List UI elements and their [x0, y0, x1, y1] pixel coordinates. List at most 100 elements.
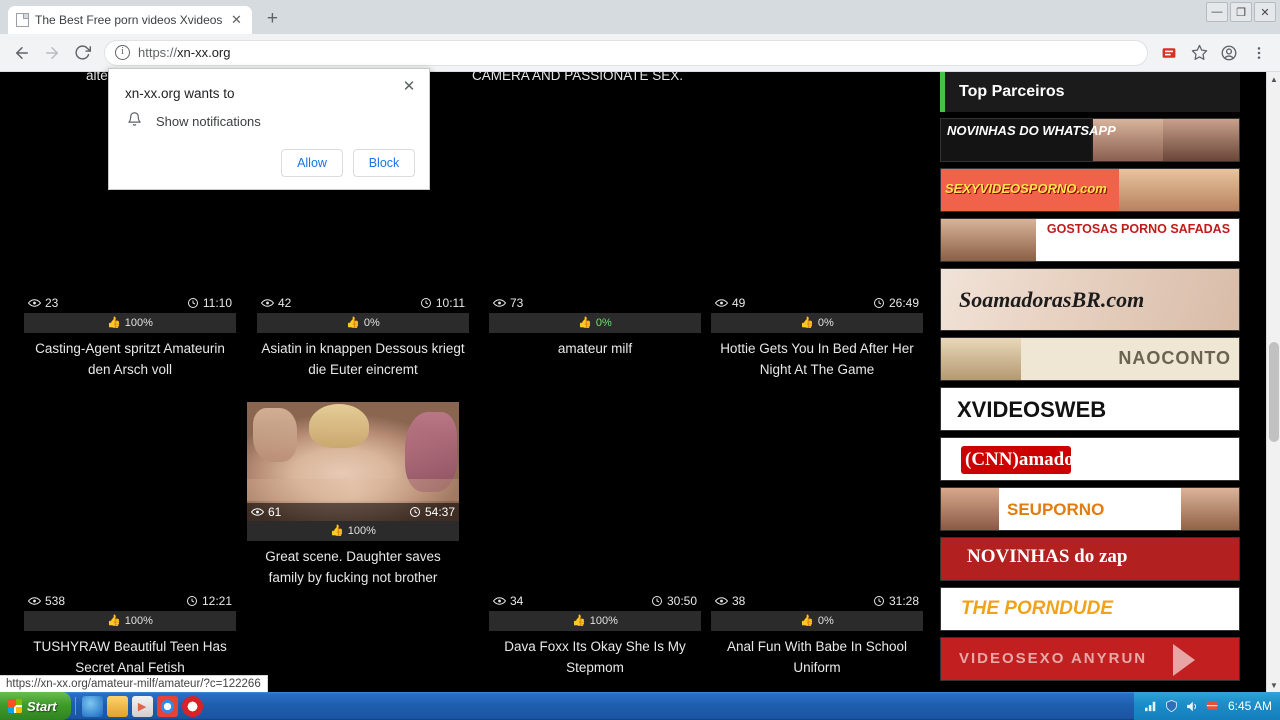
profile-icon[interactable]: [1216, 40, 1242, 66]
scroll-up-arrow[interactable]: ▲: [1267, 72, 1280, 86]
permission-request-row: Show notifications: [127, 111, 261, 132]
chrome-icon[interactable]: [156, 695, 178, 717]
video-card[interactable]: 61 54:37 👍 100% Great scene. Daughter sav…: [247, 402, 459, 588]
video-card[interactable]: 38 31:28 👍 0% Anal Fun With Babe In Schoo…: [711, 592, 923, 678]
browser-globe-icon[interactable]: [81, 695, 103, 717]
partner-banner[interactable]: THE PORNDUDE: [940, 587, 1240, 631]
partner-banner-label: XVIDEOSWEB: [957, 397, 1107, 422]
thumbs-up-icon: 👍: [578, 317, 592, 329]
flag-icon[interactable]: [1206, 700, 1219, 713]
page-scrollbar[interactable]: ▲ ▼: [1266, 72, 1280, 692]
rating-bar: 👍 0%: [711, 313, 923, 333]
duration: 10:11: [435, 296, 465, 310]
rating-bar: 👍 100%: [24, 611, 236, 631]
partner-banner[interactable]: NOVINHAS DO WHATSAPP: [940, 118, 1240, 162]
clock-icon: [420, 298, 431, 308]
scrollbar-thumb[interactable]: [1269, 342, 1279, 442]
thumbs-up-icon: 👍: [330, 525, 344, 537]
back-arrow-icon[interactable]: [8, 39, 36, 67]
video-card[interactable]: 49 26:49 👍 0% Hottie Gets You In Bed Afte…: [711, 294, 923, 380]
allow-button[interactable]: Allow: [281, 149, 343, 177]
reload-icon[interactable]: [68, 39, 96, 67]
video-meta: 49 26:49: [711, 294, 923, 313]
video-title[interactable]: Dava Foxx Its Okay She Is My Stepmom: [489, 636, 701, 678]
partner-banner[interactable]: NAOCONTO: [940, 337, 1240, 381]
url-text: https://xn-xx.org: [138, 45, 231, 60]
partner-banner-label: NOVINHAS do zap: [967, 546, 1128, 567]
partner-banner[interactable]: XVIDEOSWEB: [940, 387, 1240, 431]
bookmark-star-icon[interactable]: [1186, 40, 1212, 66]
video-meta: 38 31:28: [711, 592, 923, 611]
partner-banner-label: (CNN)amador: [965, 449, 1083, 470]
video-title[interactable]: Asiatin in knappen Dessous kriegt die Eu…: [257, 338, 469, 380]
partner-banner[interactable]: SEXYVIDEOSPORNO.com: [940, 168, 1240, 212]
partner-banner[interactable]: NOVINHAS do zap: [940, 537, 1240, 581]
partner-banner[interactable]: VIDEOSEXO ANYRUN: [940, 637, 1240, 681]
minimize-button[interactable]: —: [1206, 2, 1228, 22]
extension-icon[interactable]: [1156, 40, 1182, 66]
view-count: 49: [732, 296, 746, 310]
close-icon[interactable]: ✕: [399, 77, 419, 97]
video-card[interactable]: 23 11:10 👍 100% Casting-Agent spritzt Ama…: [24, 294, 236, 380]
browser-tab[interactable]: The Best Free porn videos Xvideos ✕: [8, 6, 253, 34]
video-thumbnail[interactable]: 61 54:37: [247, 402, 459, 521]
page-info-icon[interactable]: i: [115, 45, 130, 60]
restore-button[interactable]: ❐: [1230, 2, 1252, 22]
video-card[interactable]: 42 10:11 👍 0% Asiatin in knappen Dessous …: [257, 294, 469, 380]
volume-icon[interactable]: [1185, 700, 1199, 713]
windows-flag-icon: [8, 699, 22, 713]
forward-arrow-icon[interactable]: [38, 39, 66, 67]
partner-banner[interactable]: (CNN)amador: [940, 437, 1240, 481]
view-count: 42: [278, 296, 292, 310]
rating-bar: 👍 100%: [247, 521, 459, 541]
folder-icon[interactable]: [106, 695, 128, 717]
taskbar-separator: [74, 697, 76, 715]
partner-banner-label: GOSTOSAS PORNO SAFADAS: [1046, 222, 1231, 236]
thumbs-up-icon: 👍: [346, 317, 360, 329]
video-title[interactable]: TUSHYRAW Beautiful Teen Has Secret Anal …: [24, 636, 236, 678]
view-count: 73: [510, 296, 524, 310]
video-card[interactable]: 34 30:50 👍 100% Dava Foxx Its Okay She Is…: [489, 592, 701, 678]
video-card[interactable]: 538 12:21 👍 100% TUSHYRAW Beautiful Teen …: [24, 592, 236, 678]
opera-icon[interactable]: [181, 695, 203, 717]
partner-banner[interactable]: GOSTOSAS PORNO SAFADAS: [940, 218, 1240, 262]
eye-icon: [493, 597, 506, 605]
video-title[interactable]: amateur milf: [489, 338, 701, 359]
network-icon[interactable]: [1144, 700, 1158, 712]
video-meta: 538 12:21: [24, 592, 236, 611]
close-window-button[interactable]: ✕: [1254, 2, 1276, 22]
thumbs-up-icon: 👍: [107, 317, 121, 329]
bell-icon: [127, 111, 142, 132]
partner-banner[interactable]: SEUPORNO: [940, 487, 1240, 531]
block-button[interactable]: Block: [353, 149, 415, 177]
media-player-icon[interactable]: ▶: [131, 695, 153, 717]
partner-banner-label: VIDEOSEXO ANYRUN: [959, 650, 1148, 667]
start-button[interactable]: Start: [0, 692, 71, 720]
video-meta: 34 30:50: [489, 592, 701, 611]
shield-icon[interactable]: [1165, 699, 1178, 713]
rating-bar: 👍 100%: [24, 313, 236, 333]
partner-banner[interactable]: SoamadorasBR.com: [940, 268, 1240, 331]
menu-kebab-icon[interactable]: [1246, 40, 1272, 66]
taskbar-clock[interactable]: 6:45 AM: [1228, 699, 1272, 713]
rating-bar: 👍 0%: [711, 611, 923, 631]
system-tray: 6:45 AM: [1133, 692, 1280, 720]
video-title[interactable]: Great scene. Daughter saves family by fu…: [247, 546, 459, 588]
close-icon[interactable]: ✕: [228, 12, 244, 28]
partner-banner-label: SoamadorasBR.com: [959, 287, 1145, 312]
address-bar[interactable]: i https://xn-xx.org: [104, 39, 1148, 66]
video-title[interactable]: Anal Fun With Babe In School Uniform: [711, 636, 923, 678]
video-card[interactable]: 73 👍 0% amateur milf: [489, 294, 701, 359]
toolbar-right: [1156, 40, 1272, 66]
video-title[interactable]: Hottie Gets You In Bed After Her Night A…: [711, 338, 923, 380]
partner-banner-label: THE PORNDUDE: [961, 598, 1114, 619]
tab-strip: The Best Free porn videos Xvideos ✕ + — …: [0, 0, 1280, 34]
view-count: 538: [45, 594, 66, 608]
partner-banner-label: SEUPORNO: [1007, 500, 1105, 519]
rating-value: 100%: [589, 614, 618, 627]
scroll-down-arrow[interactable]: ▼: [1267, 678, 1280, 692]
notification-permission-dialog: xn-xx.org wants to ✕ Show notifications …: [108, 68, 430, 190]
rating-value: 100%: [124, 614, 153, 627]
video-title[interactable]: Casting-Agent spritzt Amateurin den Arsc…: [24, 338, 236, 380]
new-tab-button[interactable]: +: [258, 6, 286, 34]
